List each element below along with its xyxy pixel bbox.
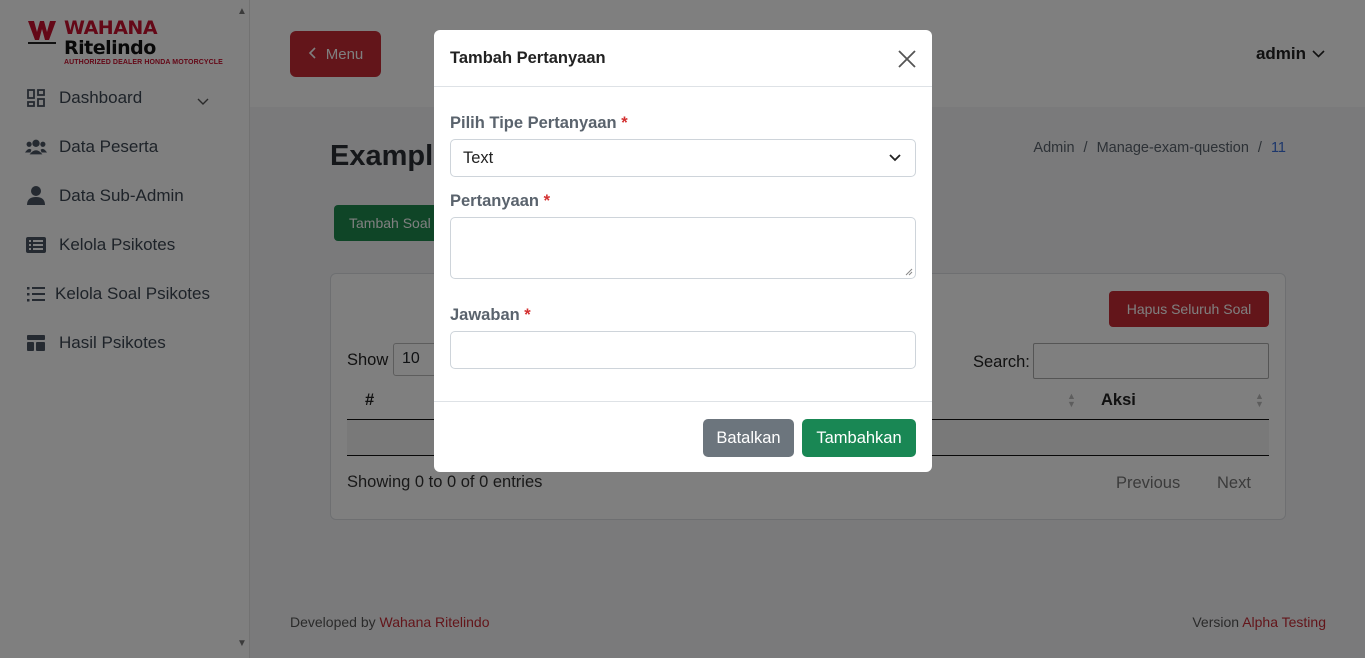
required-marker: * — [524, 306, 531, 324]
required-marker: * — [543, 192, 550, 210]
chevron-down-icon — [889, 154, 901, 162]
required-marker: * — [621, 114, 628, 132]
add-question-modal: Tambah Pertanyaan Pilih Tipe Pertanyaan … — [434, 30, 932, 472]
answer-label: Jawaban * — [450, 306, 531, 324]
answer-input[interactable] — [450, 331, 916, 369]
question-textarea[interactable] — [450, 217, 916, 279]
question-type-label: Pilih Tipe Pertanyaan * — [450, 114, 628, 132]
question-label: Pertanyaan * — [450, 192, 550, 210]
submit-button[interactable]: Tambahkan — [802, 419, 916, 457]
close-icon[interactable] — [896, 48, 918, 70]
modal-header: Tambah Pertanyaan — [434, 30, 932, 87]
question-type-select[interactable]: Text — [450, 139, 916, 177]
cancel-button[interactable]: Batalkan — [703, 419, 794, 457]
question-type-value: Text — [463, 149, 494, 167]
modal-title: Tambah Pertanyaan — [450, 49, 606, 67]
resize-grip-icon[interactable] — [905, 268, 913, 276]
modal-footer: Batalkan Tambahkan — [434, 401, 932, 472]
